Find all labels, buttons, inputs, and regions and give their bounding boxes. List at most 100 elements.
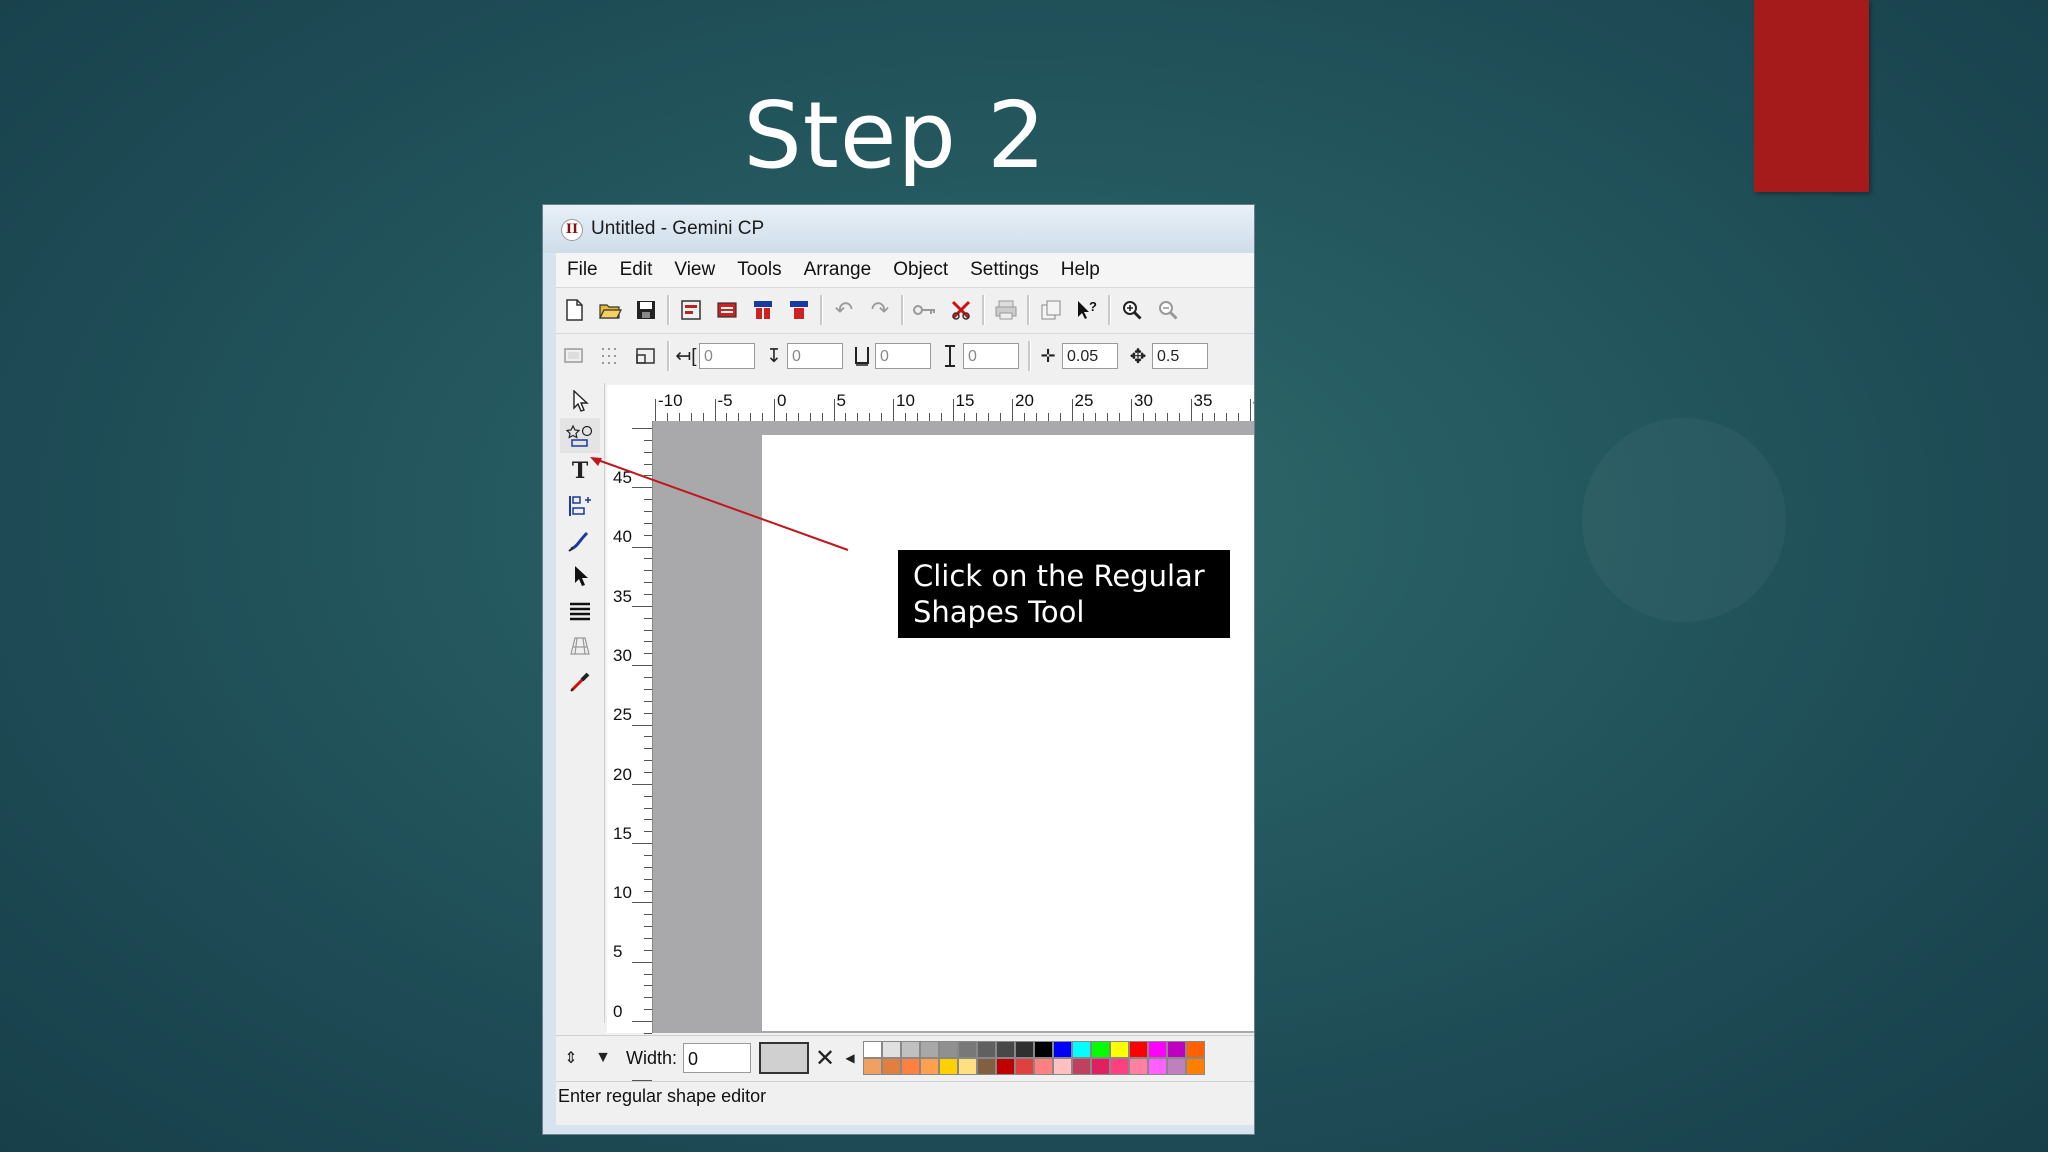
grid-tool-icon[interactable] xyxy=(560,628,600,663)
palette-swatch[interactable] xyxy=(1167,1058,1187,1075)
ruler-tick xyxy=(644,439,652,441)
palette-swatch[interactable] xyxy=(882,1058,902,1075)
ruler-tick xyxy=(644,819,652,821)
palette-swatch[interactable] xyxy=(901,1058,921,1075)
palette-swatch[interactable] xyxy=(863,1041,883,1058)
palette-swatch[interactable] xyxy=(1015,1041,1035,1058)
palette-swatch[interactable] xyxy=(977,1058,997,1075)
palette-swatch[interactable] xyxy=(882,1041,902,1058)
palette-swatch[interactable] xyxy=(1091,1041,1111,1058)
align-center-icon[interactable] xyxy=(709,292,745,328)
palette-swatch[interactable] xyxy=(901,1041,921,1058)
undo-icon[interactable]: ↶ xyxy=(826,292,862,328)
palette-swatch[interactable] xyxy=(1072,1058,1092,1075)
palette-swatch[interactable] xyxy=(1091,1058,1111,1075)
slide-title: Step 2 xyxy=(743,82,1047,189)
align-right-icon[interactable] xyxy=(745,292,781,328)
menu-help[interactable]: Help xyxy=(1061,259,1100,281)
dropdown-arrow-icon[interactable]: ▼ xyxy=(586,1040,620,1076)
zoom-out-icon[interactable] xyxy=(1150,292,1186,328)
palette-swatch[interactable] xyxy=(996,1058,1016,1075)
palette-swatch[interactable] xyxy=(958,1041,978,1058)
palette-swatch[interactable] xyxy=(1034,1058,1054,1075)
y-position-field[interactable]: 0 xyxy=(787,343,843,369)
ruler-tick xyxy=(644,617,652,619)
palette-swatch[interactable] xyxy=(996,1041,1016,1058)
palette-swatch[interactable] xyxy=(863,1058,883,1075)
palette-swatch[interactable] xyxy=(1053,1041,1073,1058)
menu-settings[interactable]: Settings xyxy=(970,259,1039,281)
spin-icon[interactable]: ⇕ xyxy=(556,1040,586,1076)
eyedropper-icon[interactable] xyxy=(560,663,600,698)
help-pointer-icon[interactable]: ? xyxy=(1069,292,1105,328)
menu-edit[interactable]: Edit xyxy=(620,259,653,281)
move-field[interactable]: 0.5 xyxy=(1152,343,1208,369)
window-titlebar[interactable]: II Untitled - Gemini CP xyxy=(543,205,1254,253)
x-position-field[interactable]: 0 xyxy=(699,343,755,369)
pointer-tool-icon[interactable] xyxy=(560,558,600,593)
line-width-field[interactable]: 0 xyxy=(683,1043,752,1073)
palette-swatch[interactable] xyxy=(1186,1058,1206,1075)
menu-tools[interactable]: Tools xyxy=(737,259,781,281)
width-field[interactable]: 0 xyxy=(875,343,931,369)
line-properties-bar: ⇕ ▼ Width: 0 ✕ ◀ xyxy=(556,1035,1254,1080)
ruler-label: 5 xyxy=(613,942,623,962)
palette-swatch[interactable] xyxy=(939,1058,959,1075)
palette-swatch[interactable] xyxy=(1110,1058,1130,1075)
frame-icon[interactable] xyxy=(556,338,592,374)
palette-swatch[interactable] xyxy=(1167,1041,1187,1058)
palette-scroll-icon[interactable]: ◀ xyxy=(841,1040,859,1076)
text-tool-icon[interactable]: T xyxy=(560,453,600,488)
copy-icon[interactable] xyxy=(1033,292,1069,328)
select-arrow-icon[interactable] xyxy=(560,383,600,418)
palette-swatch[interactable] xyxy=(1110,1041,1130,1058)
menu-file[interactable]: File xyxy=(567,259,598,281)
key-icon[interactable] xyxy=(907,292,943,328)
ruler-tick xyxy=(964,413,966,421)
redo-icon[interactable]: ↷ xyxy=(862,292,898,328)
palette-swatch[interactable] xyxy=(1148,1041,1168,1058)
align-top-icon[interactable] xyxy=(781,292,817,328)
node-edit-icon[interactable] xyxy=(560,488,600,523)
palette-swatch[interactable] xyxy=(1053,1058,1073,1075)
ruler-label: -10 xyxy=(658,391,683,410)
current-color-swatch[interactable] xyxy=(759,1042,810,1074)
palette-swatch[interactable] xyxy=(1072,1041,1092,1058)
save-icon[interactable] xyxy=(628,292,664,328)
palette-swatch[interactable] xyxy=(920,1041,940,1058)
align-left-icon[interactable] xyxy=(673,292,709,328)
open-folder-icon[interactable] xyxy=(592,292,628,328)
palette-swatch[interactable] xyxy=(1129,1058,1149,1075)
palette-swatch[interactable] xyxy=(958,1058,978,1075)
svg-text:?: ? xyxy=(1089,299,1097,314)
menu-arrange[interactable]: Arrange xyxy=(804,259,872,281)
ruler-label: 25 xyxy=(613,705,632,725)
palette-swatch[interactable] xyxy=(1015,1058,1035,1075)
delete-cut-icon[interactable] xyxy=(943,292,979,328)
zoom-in-icon[interactable] xyxy=(1114,292,1150,328)
drawing-page[interactable] xyxy=(762,435,1254,1031)
menu-view[interactable]: View xyxy=(674,259,715,281)
palette-swatch[interactable] xyxy=(1186,1041,1206,1058)
ruler-label: 45 xyxy=(613,468,632,487)
regular-shapes-icon[interactable] xyxy=(560,418,600,453)
new-document-icon[interactable] xyxy=(556,292,592,328)
ruler-tick xyxy=(1142,413,1144,421)
nudge-field[interactable]: 0.05 xyxy=(1062,343,1118,369)
palette-swatch[interactable] xyxy=(1129,1041,1149,1058)
palette-swatch[interactable] xyxy=(1034,1041,1054,1058)
palette-swatch[interactable] xyxy=(977,1041,997,1058)
palette-swatch[interactable] xyxy=(920,1058,940,1075)
ruler-tick xyxy=(644,475,652,477)
ruler-tick xyxy=(1238,413,1240,421)
palette-swatch[interactable] xyxy=(939,1041,959,1058)
pen-tool-icon[interactable] xyxy=(560,523,600,558)
page-size-icon[interactable] xyxy=(628,338,664,374)
height-field[interactable]: 0 xyxy=(963,343,1019,369)
lines-icon[interactable] xyxy=(560,593,600,628)
grid-snap-icon[interactable] xyxy=(592,338,628,374)
palette-swatch[interactable] xyxy=(1148,1058,1168,1075)
menu-object[interactable]: Object xyxy=(893,259,948,281)
print-icon[interactable] xyxy=(988,292,1024,328)
no-color-icon[interactable]: ✕ xyxy=(809,1040,841,1076)
